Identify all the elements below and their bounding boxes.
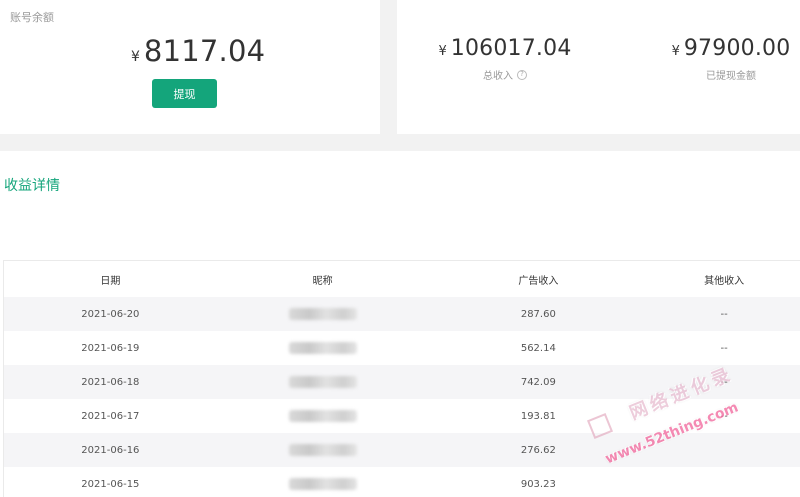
row-ad-income: 903.23 [520, 478, 556, 490]
row-date: 2021-06-20 [81, 308, 140, 320]
row-other-income: -- [720, 376, 728, 388]
withdrawn-label: 已提现金额 [706, 71, 756, 82]
currency-symbol: ¥ [671, 44, 680, 59]
table-row: 2021-06-18 742.09 -- [4, 365, 800, 399]
section-title: 收益详情 [4, 178, 60, 194]
row-nickname [217, 376, 429, 388]
row-nickname [217, 308, 429, 320]
column-header-ad-income: 广告收入 [518, 275, 559, 287]
total-income-amount: ¥ 106017.04 [438, 36, 571, 61]
withdrawn-value: 97900.00 [683, 36, 791, 61]
total-income-value: 106017.04 [450, 36, 572, 61]
row-ad-income: 287.60 [520, 308, 556, 320]
column-header-other-income: 其他收入 [704, 275, 745, 287]
balance-amount: ¥ 8117.04 [131, 34, 265, 68]
blurred-nickname [288, 342, 357, 354]
table-row: 2021-06-15 903.23 [4, 467, 800, 497]
row-ad-income: 276.62 [520, 444, 556, 456]
row-date: 2021-06-17 [81, 410, 140, 422]
blurred-nickname [288, 308, 357, 320]
row-nickname [217, 478, 429, 490]
blurred-nickname [288, 376, 357, 388]
income-details-panel: 收益详情 日期 昵称 广告收入 其他收入 2021-06-20 287.60 -… [0, 151, 800, 497]
row-date: 2021-06-19 [81, 342, 140, 354]
row-ad-income: 193.81 [520, 410, 556, 422]
withdrawn-amount: ¥ 97900.00 [672, 36, 791, 61]
balance-value: 8117.04 [143, 34, 266, 68]
withdrawn-caption: 已提现金额 [676, 67, 786, 82]
row-other-income: -- [720, 342, 728, 354]
row-ad-income: 562.14 [520, 342, 556, 354]
row-nickname [217, 410, 429, 422]
table-row: 2021-06-16 276.62 [4, 433, 800, 467]
table-row: 2021-06-20 287.60 -- [4, 297, 800, 331]
row-date: 2021-06-16 [81, 444, 140, 456]
blurred-nickname [288, 444, 357, 456]
row-date: 2021-06-18 [81, 376, 140, 388]
column-header-nickname: 昵称 [312, 275, 333, 287]
income-table: 日期 昵称 广告收入 其他收入 2021-06-20 287.60 -- 202… [3, 260, 800, 497]
column-header-date: 日期 [100, 275, 121, 287]
total-income-caption: 总收入 ? [445, 67, 565, 82]
currency-symbol: ¥ [438, 44, 447, 59]
table-row: 2021-06-19 562.14 -- [4, 331, 800, 365]
row-nickname [217, 444, 429, 456]
row-ad-income: 742.09 [520, 376, 556, 388]
withdraw-button[interactable]: 提现 [152, 79, 217, 108]
table-row: 2021-06-17 193.81 -- [4, 399, 800, 433]
blurred-nickname [288, 410, 357, 422]
row-nickname [217, 342, 429, 354]
row-other-income: -- [720, 308, 728, 320]
balance-label: 账号余额 [10, 11, 54, 24]
balance-card: 账号余额 ¥ 8117.04 提现 [0, 0, 380, 134]
row-other-income: -- [720, 410, 728, 422]
total-income-label: 总收入 [483, 71, 513, 82]
blurred-nickname [288, 478, 357, 490]
total-income-stat: ¥ 106017.04 总收入 ? [438, 36, 571, 82]
withdrawn-stat: ¥ 97900.00 已提现金额 [672, 36, 791, 82]
row-date: 2021-06-15 [81, 478, 140, 490]
table-header: 日期 昵称 广告收入 其他收入 [4, 261, 800, 297]
help-icon[interactable]: ? [517, 69, 527, 80]
currency-symbol: ¥ [131, 49, 140, 65]
